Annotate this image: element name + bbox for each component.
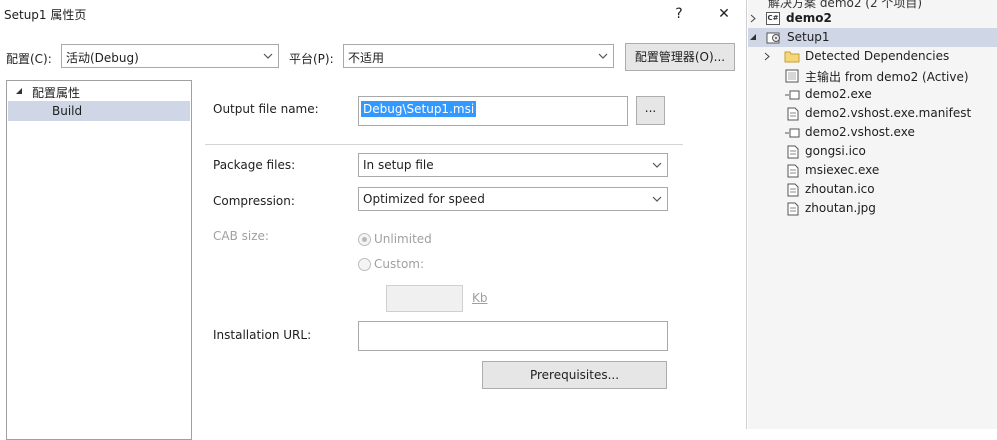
tree-row-file[interactable]: zhoutan.jpg bbox=[748, 199, 997, 218]
divider bbox=[205, 144, 683, 145]
project-row-demo2[interactable]: C# demo2 bbox=[748, 9, 997, 28]
tree-root-item[interactable]: 配置属性 bbox=[32, 84, 80, 101]
tree-item-label: demo2.vshost.exe.manifest bbox=[805, 106, 972, 120]
compression-combo[interactable]: Optimized for speed bbox=[358, 187, 668, 211]
kb-label: Kb bbox=[472, 291, 488, 305]
tree-collapse-icon[interactable] bbox=[16, 88, 24, 96]
expand-arrow-icon[interactable] bbox=[764, 52, 770, 61]
close-button[interactable]: ✕ bbox=[709, 3, 739, 25]
primary-output-icon bbox=[785, 69, 799, 83]
platform-value: 不适用 bbox=[348, 51, 385, 65]
prerequisites-button[interactable]: Prerequisites... bbox=[482, 361, 667, 389]
tree-item-label: zhoutan.jpg bbox=[805, 201, 876, 215]
config-manager-button[interactable]: 配置管理器(O)... bbox=[625, 43, 735, 71]
tree-item-label: demo2.vshost.exe bbox=[805, 125, 915, 139]
platform-combo[interactable]: 不适用 bbox=[343, 44, 614, 68]
solution-explorer: 解决方案 demo2 (2 个项目) C# demo2 Setup1 Detec… bbox=[748, 0, 997, 429]
chevron-down-icon bbox=[652, 162, 662, 168]
tree-row-primary-output[interactable]: 主输出 from demo2 (Active) bbox=[748, 66, 997, 85]
chevron-down-icon bbox=[652, 196, 662, 202]
file-icon bbox=[787, 107, 799, 121]
tree-row-file[interactable]: gongsi.ico bbox=[748, 142, 997, 161]
help-button[interactable]: ? bbox=[664, 3, 694, 25]
tree-item-label: Detected Dependencies bbox=[805, 49, 950, 63]
custom-size-input[interactable] bbox=[386, 285, 463, 312]
project-label: demo2 bbox=[786, 11, 832, 25]
installation-url-label: Installation URL: bbox=[213, 328, 312, 342]
tree-item-label: msiexec.exe bbox=[805, 163, 880, 177]
config-label: 配置(C): bbox=[6, 52, 52, 66]
tree-item-label: demo2.exe bbox=[805, 87, 872, 101]
folder-icon bbox=[784, 51, 800, 63]
custom-radio[interactable] bbox=[358, 258, 371, 271]
cab-size-label: CAB size: bbox=[213, 229, 269, 243]
package-files-label: Package files: bbox=[213, 158, 296, 172]
unlimited-radio[interactable] bbox=[358, 233, 371, 246]
tree-item-label: gongsi.ico bbox=[805, 144, 866, 158]
compression-label: Compression: bbox=[213, 194, 295, 208]
file-icon bbox=[787, 202, 799, 216]
file-icon bbox=[787, 183, 799, 197]
tree-item-label: 主输出 from demo2 (Active) bbox=[805, 70, 969, 84]
property-pages-dialog: Setup1 属性页 ? ✕ 配置(C): 活动(Debug) 平台(P): 不… bbox=[0, 0, 747, 440]
installation-url-input[interactable] bbox=[358, 321, 668, 351]
tree-row-file[interactable]: demo2.vshost.exe.manifest bbox=[748, 104, 997, 123]
config-combo[interactable]: 活动(Debug) bbox=[61, 44, 279, 68]
package-files-combo[interactable]: In setup file bbox=[358, 153, 668, 177]
compression-value: Optimized for speed bbox=[363, 192, 485, 206]
tree-item-build-label: Build bbox=[52, 104, 83, 118]
tree-row-dependencies[interactable]: Detected Dependencies bbox=[748, 47, 997, 66]
file-icon bbox=[787, 145, 799, 159]
csharp-project-icon: C# bbox=[766, 12, 780, 25]
setup-project-icon bbox=[766, 32, 780, 44]
tree-collapse-icon[interactable] bbox=[750, 34, 758, 42]
tree-item-build[interactable]: Build bbox=[8, 101, 190, 121]
expand-arrow-icon[interactable] bbox=[750, 14, 756, 23]
custom-label: Custom: bbox=[374, 257, 425, 271]
file-icon bbox=[787, 164, 799, 178]
tree-row-file[interactable]: demo2.vshost.exe bbox=[748, 123, 997, 142]
dependency-icon bbox=[785, 128, 800, 138]
config-value: 活动(Debug) bbox=[66, 51, 139, 65]
output-file-value: Debug\Setup1.msi bbox=[361, 101, 477, 117]
dependency-icon bbox=[785, 90, 800, 100]
project-row-setup1[interactable]: Setup1 bbox=[748, 28, 997, 47]
unlimited-label: Unlimited bbox=[374, 232, 432, 246]
output-file-label: Output file name: bbox=[213, 102, 319, 116]
tree-item-label: zhoutan.ico bbox=[805, 182, 875, 196]
dialog-title: Setup1 属性页 bbox=[4, 8, 87, 22]
tree-row-file[interactable]: demo2.exe bbox=[748, 85, 997, 104]
platform-label: 平台(P): bbox=[289, 52, 334, 66]
package-files-value: In setup file bbox=[363, 158, 434, 172]
browse-button[interactable]: ... bbox=[636, 96, 665, 125]
tree-row-file[interactable]: msiexec.exe bbox=[748, 161, 997, 180]
chevron-down-icon bbox=[263, 53, 273, 59]
settings-tree: 配置属性 Build bbox=[6, 80, 192, 440]
tree-row-file[interactable]: zhoutan.ico bbox=[748, 180, 997, 199]
chevron-down-icon bbox=[598, 53, 608, 59]
project-label: Setup1 bbox=[787, 30, 830, 44]
output-file-input[interactable]: Debug\Setup1.msi bbox=[358, 96, 628, 126]
